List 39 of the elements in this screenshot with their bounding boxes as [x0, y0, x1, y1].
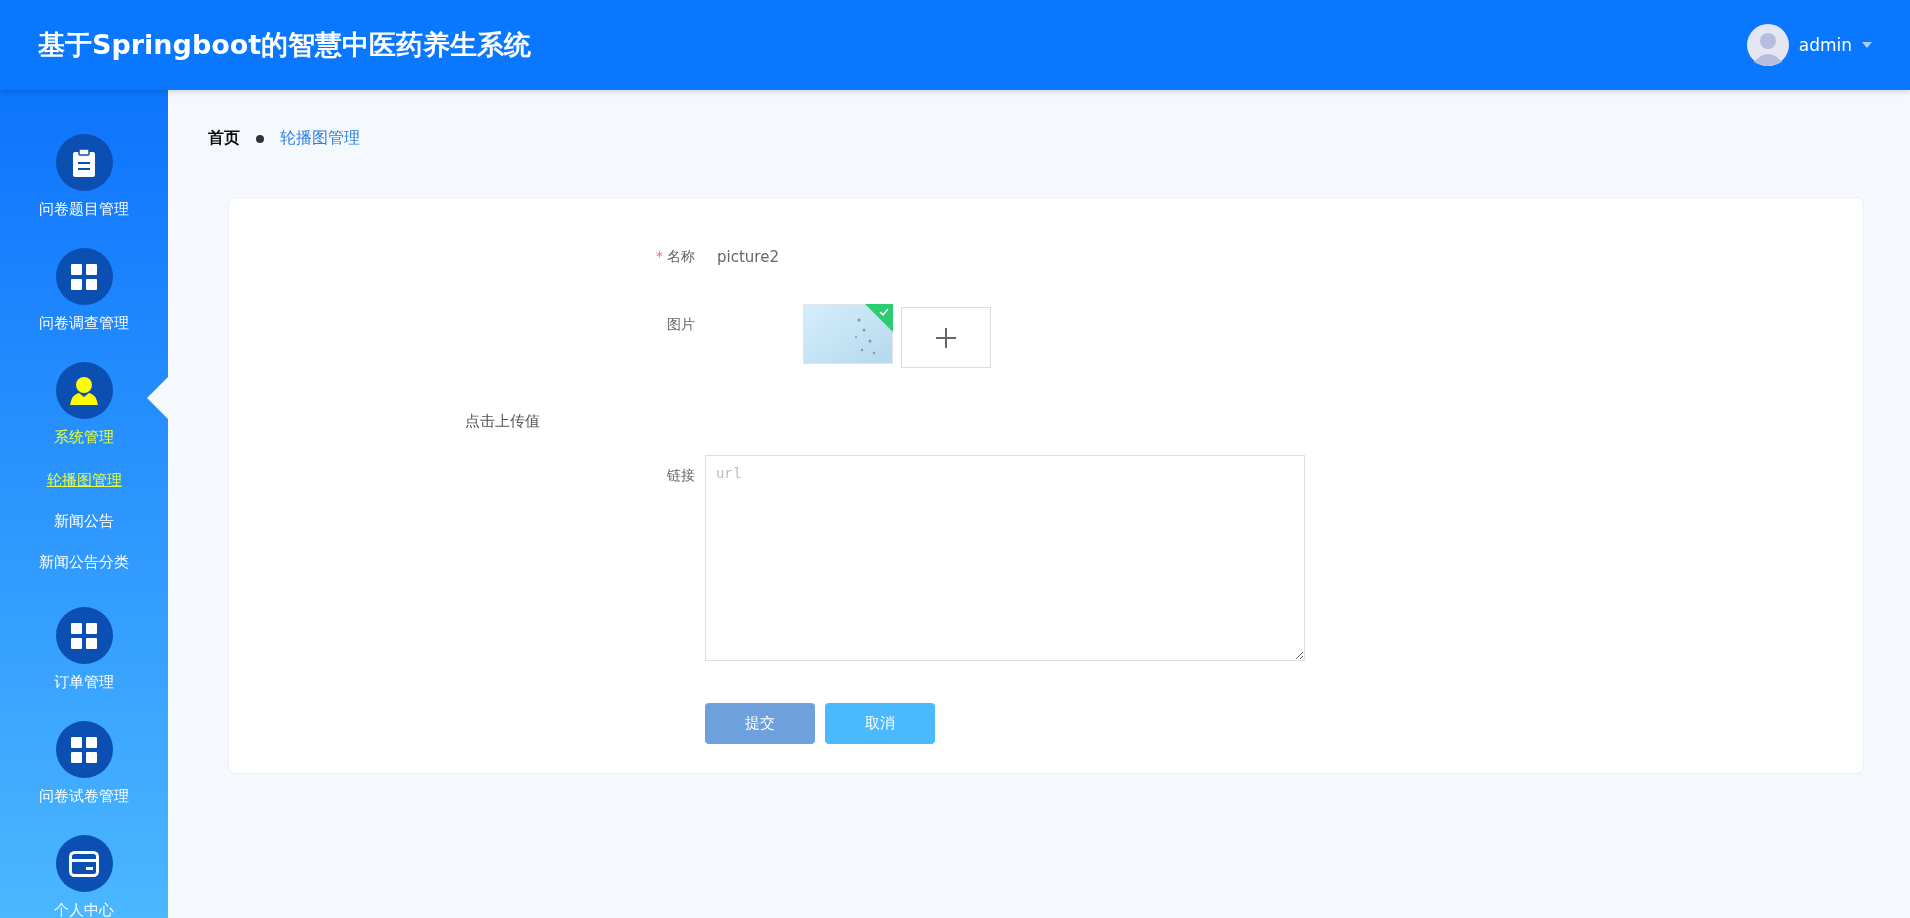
field-label: 图片 [666, 316, 695, 334]
field-label: 链接 [666, 467, 695, 485]
caret-icon[interactable] [1862, 42, 1872, 48]
cancel-button[interactable]: 取消 [825, 703, 935, 744]
clipboard-icon [72, 147, 96, 178]
menu-item[interactable]: 系统管理 [54, 428, 114, 447]
menu-item[interactable]: 问卷题目管理 [39, 200, 129, 219]
menu-item[interactable]: 个人中心 [54, 901, 114, 918]
grid-icon [70, 735, 98, 764]
required-mark: * [656, 248, 663, 264]
field-label: * 名称 [655, 248, 695, 266]
menu-item[interactable]: 问卷试卷管理 [39, 787, 129, 806]
menu-icon-button[interactable] [55, 248, 113, 305]
plus-icon [936, 327, 956, 348]
menu-icon-button[interactable] [55, 721, 113, 778]
submenu-item[interactable]: 新闻公告 [54, 512, 114, 531]
menu-icon-button[interactable] [55, 362, 113, 419]
breadcrumb-link[interactable]: 轮播图管理 [280, 128, 360, 149]
menu-item[interactable]: 订单管理 [54, 673, 114, 692]
link-field[interactable]: url [705, 455, 1305, 661]
submenu-item[interactable]: 新闻公告分类 [39, 553, 129, 572]
avatar[interactable] [1746, 24, 1789, 66]
menu-icon-button[interactable] [55, 835, 113, 892]
user-icon [69, 375, 99, 406]
upload-hint: 点击上传值 [465, 412, 540, 431]
name-value: picture2 [717, 248, 779, 266]
user-name[interactable]: admin [1798, 35, 1852, 55]
grid-icon [70, 621, 98, 650]
menu-icon-button[interactable] [55, 134, 113, 191]
menu-item[interactable]: 问卷调查管理 [39, 314, 129, 333]
submenu-item[interactable]: 轮播图管理 [46, 471, 122, 490]
card-icon [69, 850, 99, 877]
submit-button[interactable]: 提交 [705, 703, 815, 744]
app-title: 基于Springboot的智慧中医药养生系统 [38, 28, 532, 62]
breadcrumb-separator [256, 134, 264, 143]
grid-icon [70, 262, 98, 291]
success-corner-icon [865, 304, 893, 332]
breadcrumb-link[interactable]: 首页 [208, 128, 240, 149]
menu-icon-button[interactable] [55, 607, 113, 664]
